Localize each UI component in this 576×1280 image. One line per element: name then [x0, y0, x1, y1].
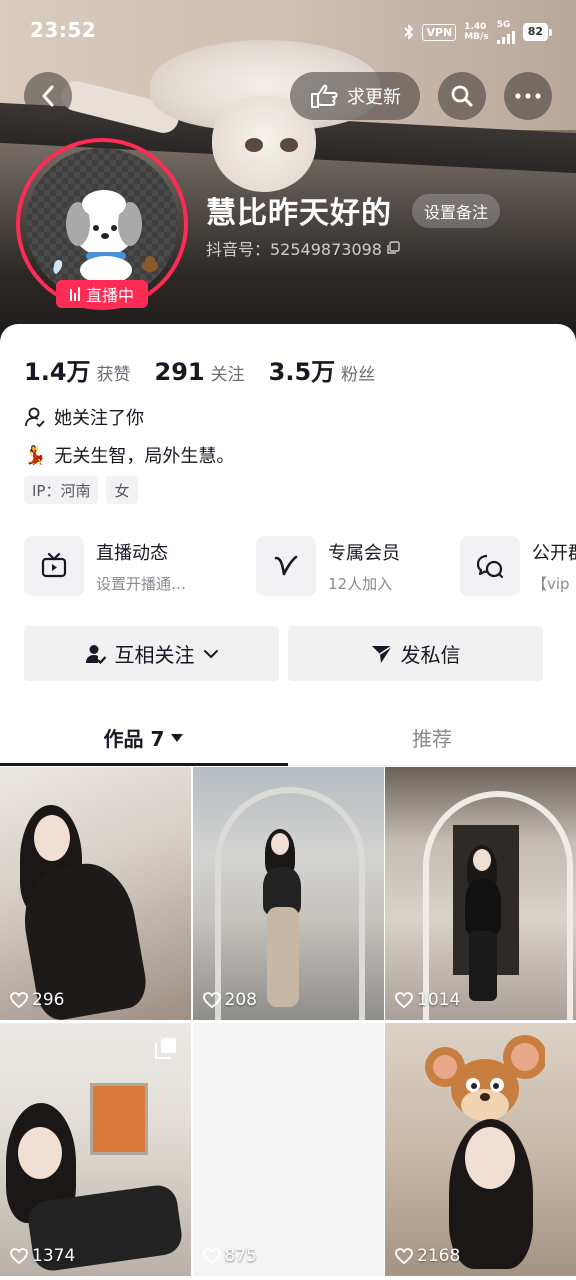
video-thumbnail[interactable]: 1374	[0, 1023, 191, 1276]
heart-icon	[202, 1248, 221, 1264]
hand-point-icon	[311, 84, 338, 108]
chevron-down-icon	[203, 649, 218, 658]
more-button[interactable]	[504, 72, 552, 120]
bio: 💃 无关生智，局外生慧。	[24, 444, 235, 468]
user-check-icon	[85, 644, 106, 664]
video-thumbnail[interactable]: 296	[0, 767, 191, 1020]
like-count: 1374	[10, 1246, 75, 1266]
group-chat-icon	[476, 554, 504, 579]
caret-down-icon	[171, 733, 184, 742]
request-update-button[interactable]: 求更新	[290, 72, 420, 120]
heart-icon	[202, 992, 221, 1008]
stats-row: 1.4万 获赞 291 关注 3.5万 粉丝	[24, 352, 375, 387]
request-update-label: 求更新	[347, 87, 401, 108]
puppy-avatar-icon	[53, 190, 158, 284]
feature-row: 直播动态 设置开播通… 专属会员 12人加入 公开群 【vip	[24, 534, 576, 598]
send-icon	[371, 644, 392, 663]
status-bar: 23:52 VPN 1.40 MB/s 5G 82	[0, 0, 576, 62]
like-count: 208	[202, 990, 257, 1010]
profile-tags: IP：河南 女	[24, 476, 138, 504]
video-grid: 296 208 1014 1374 875 2168	[0, 767, 576, 1276]
tab-works[interactable]: 作品 7	[0, 710, 288, 766]
live-badge[interactable]: 直播中	[56, 280, 148, 308]
douyin-id[interactable]: 抖音号：52549873098	[206, 236, 400, 260]
send-message-button[interactable]: 发私信	[288, 626, 543, 681]
video-thumbnail[interactable]: 1014	[385, 767, 576, 1020]
vpn-badge: VPN	[422, 23, 457, 41]
dancer-emoji: 💃	[24, 444, 47, 466]
username: 慧比昨天好的	[206, 196, 392, 231]
heart-icon	[10, 1248, 28, 1264]
user-check-icon	[25, 407, 45, 428]
multi-image-icon	[155, 1038, 176, 1059]
stat-likes[interactable]: 1.4万 获赞	[24, 352, 131, 387]
ip-tag: IP：河南	[24, 476, 99, 504]
back-button[interactable]	[24, 72, 72, 120]
like-count: 296	[10, 990, 64, 1010]
profile-card: 1.4万 获赞 291 关注 3.5万 粉丝 她关注了你 💃 无关生智，局外生慧。 I…	[0, 324, 576, 1280]
v-member-icon	[274, 555, 298, 576]
follows-you-indicator: 她关注了你	[24, 404, 144, 430]
like-count: 2168	[395, 1246, 460, 1266]
live-label: 直播中	[85, 286, 134, 305]
live-bars-icon	[69, 287, 80, 301]
feature-public-group[interactable]: 公开群 【vip	[460, 534, 576, 598]
tv-icon	[41, 552, 67, 578]
like-count: 875	[202, 1246, 257, 1266]
heart-icon	[395, 1248, 413, 1264]
search-button[interactable]	[438, 72, 486, 120]
content-tabs: 作品 7 推荐	[0, 710, 576, 766]
like-count: 1014	[395, 990, 460, 1010]
bluetooth-icon	[404, 24, 414, 40]
battery-icon: 82	[522, 23, 553, 41]
mutual-follow-button[interactable]: 互相关注	[24, 626, 279, 681]
video-thumbnail[interactable]: 875	[192, 1023, 384, 1276]
network-speed: 1.40 MB/s	[464, 22, 489, 42]
chevron-left-icon	[42, 85, 54, 107]
gender-tag: 女	[106, 476, 138, 504]
feature-live-updates[interactable]: 直播动态 设置开播通…	[24, 534, 256, 598]
video-thumbnail[interactable]: 2168	[385, 1023, 576, 1276]
stat-following[interactable]: 291 关注	[155, 358, 245, 386]
action-buttons: 互相关注 发私信	[24, 626, 543, 681]
tab-recommend[interactable]: 推荐	[288, 710, 576, 765]
stat-followers[interactable]: 3.5万 粉丝	[269, 352, 376, 387]
heart-icon	[10, 992, 28, 1008]
network-type: 5G	[496, 20, 515, 44]
status-time: 23:52	[30, 18, 97, 42]
video-thumbnail[interactable]: 208	[192, 767, 384, 1020]
set-remark-button[interactable]: 设置备注	[412, 194, 501, 228]
feature-membership[interactable]: 专属会员 12人加入	[256, 534, 460, 598]
search-icon	[451, 85, 473, 107]
more-dots-icon	[515, 93, 541, 99]
heart-icon	[395, 992, 413, 1008]
copy-icon[interactable]	[386, 241, 400, 255]
signal-icon	[496, 30, 515, 44]
